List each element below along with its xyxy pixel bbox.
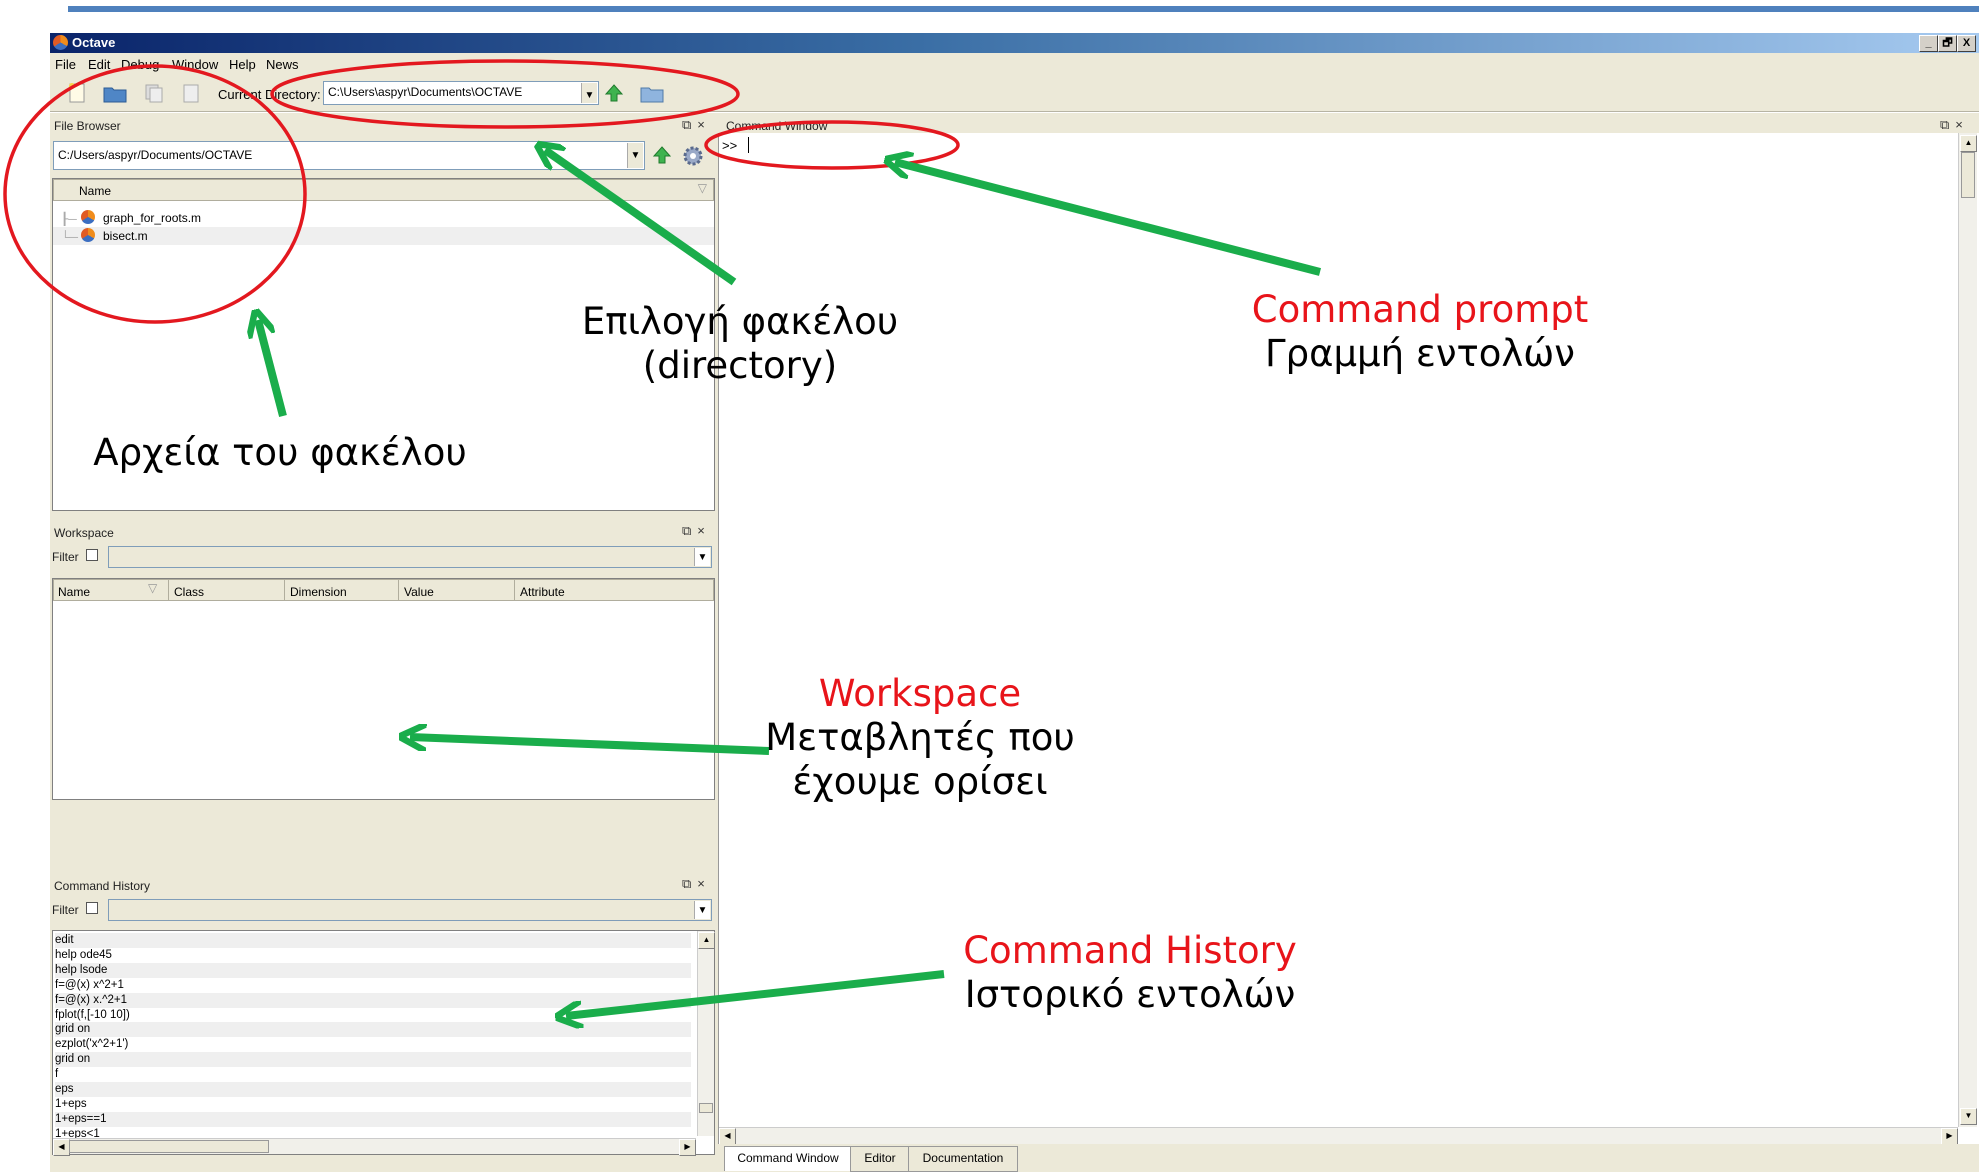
highlight-file-browser: [3, 64, 307, 324]
annotation-command-history: Command History Ιστορικό εντολών: [963, 929, 1297, 1016]
highlight-ellipses: [3, 59, 960, 324]
arrow-files: [258, 320, 287, 418]
arrow-workspace: [410, 737, 770, 755]
pointer-arrows: [258, 150, 1322, 1016]
highlight-directory: [270, 59, 740, 129]
arrow-directory: [545, 150, 737, 286]
annotation-folder-files: Αρχεία του φακέλου: [93, 431, 467, 474]
annotation-command-prompt: Command prompt Γραμμή εντολών: [1251, 288, 1589, 375]
annotation-folder-select: Επιλογή φακέλου (directory): [581, 300, 899, 387]
highlight-prompt: [704, 120, 960, 170]
annotation-workspace: Workspace Μεταβλητές που έχουμε ορίσει: [765, 672, 1075, 803]
arrow-prompt: [895, 162, 1322, 276]
arrow-history: [566, 970, 945, 1016]
